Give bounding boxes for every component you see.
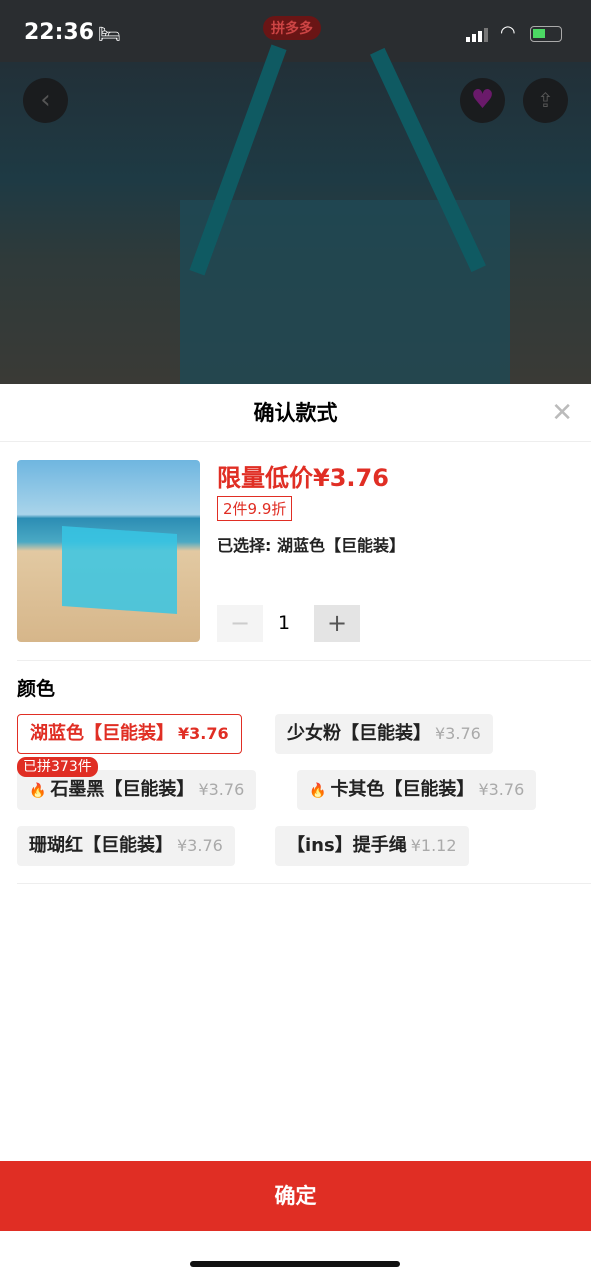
sheet-header: 确认款式 ✕ bbox=[0, 384, 591, 442]
option-price: ¥3.76 bbox=[198, 780, 245, 799]
option-name: 石墨黑【巨能装】 bbox=[50, 779, 195, 800]
divider bbox=[17, 660, 591, 661]
increase-button[interactable]: + bbox=[314, 605, 360, 642]
sku-sheet: 确认款式 ✕ 限量低价¥3.76 2件9.9折 已选择: 湖蓝色【巨能装】 − … bbox=[0, 384, 591, 1280]
sheet-title: 确认款式 bbox=[253, 401, 338, 425]
home-indicator[interactable] bbox=[190, 1261, 400, 1267]
color-label: 颜色 bbox=[17, 678, 56, 700]
sold-badge: 已拼373件 bbox=[17, 757, 98, 777]
close-icon[interactable]: ✕ bbox=[551, 384, 573, 442]
signal-icon bbox=[466, 28, 488, 42]
option-price: ¥1.12 bbox=[410, 836, 457, 855]
favorite-button[interactable]: ♥ bbox=[460, 78, 505, 123]
option-price: ¥3.76 bbox=[435, 724, 481, 743]
option-khaki[interactable]: 🔥 卡其色【巨能装】 ¥3.76 bbox=[297, 770, 537, 810]
selected-text: 已选择: 湖蓝色【巨能装】 bbox=[217, 536, 405, 555]
promo-tag: 2件9.9折 bbox=[217, 496, 293, 521]
option-name: 卡其色【巨能装】 bbox=[330, 779, 475, 800]
option-name: 湖蓝色【巨能装】 bbox=[30, 723, 174, 744]
clock: 22:36 bbox=[24, 20, 95, 45]
product-image-backdrop: 22:36 🛏 拼多多 ◠ ‹ ♥ ⇪ bbox=[0, 0, 591, 384]
price: 限量低价¥3.76 bbox=[217, 464, 389, 492]
battery-icon bbox=[530, 26, 562, 42]
option-name: 珊瑚红【巨能装】 bbox=[29, 835, 173, 856]
share-button[interactable]: ⇪ bbox=[523, 78, 568, 123]
confirm-button[interactable]: 确定 bbox=[0, 1161, 591, 1231]
option-coral[interactable]: 珊瑚红【巨能装】 ¥3.76 bbox=[17, 826, 235, 866]
back-button[interactable]: ‹ bbox=[23, 78, 68, 123]
divider bbox=[17, 883, 591, 884]
option-strap[interactable]: 【ins】提手绳 ¥1.12 bbox=[275, 826, 469, 866]
option-name: 少女粉【巨能装】 bbox=[287, 723, 431, 744]
option-price: ¥3.76 bbox=[177, 836, 223, 855]
sleep-icon: 🛏 bbox=[98, 24, 121, 45]
decrease-button[interactable]: − bbox=[217, 605, 263, 642]
option-name: 【ins】提手绳 bbox=[287, 835, 407, 856]
wifi-icon: ◠ bbox=[500, 22, 516, 43]
fire-icon: 🔥 bbox=[29, 783, 47, 799]
app-logo: 拼多多 bbox=[263, 16, 321, 40]
option-pink[interactable]: 少女粉【巨能装】 ¥3.76 bbox=[275, 714, 493, 754]
option-price: ¥3.76 bbox=[478, 780, 525, 799]
status-bar: 22:36 🛏 拼多多 ◠ bbox=[0, 0, 591, 62]
option-price: ¥3.76 bbox=[178, 724, 229, 743]
product-thumbnail[interactable] bbox=[17, 460, 200, 642]
fire-icon: 🔥 bbox=[309, 783, 327, 799]
quantity-value[interactable]: 1 bbox=[278, 612, 290, 634]
option-lake-blue[interactable]: 湖蓝色【巨能装】 ¥3.76 bbox=[17, 714, 242, 754]
